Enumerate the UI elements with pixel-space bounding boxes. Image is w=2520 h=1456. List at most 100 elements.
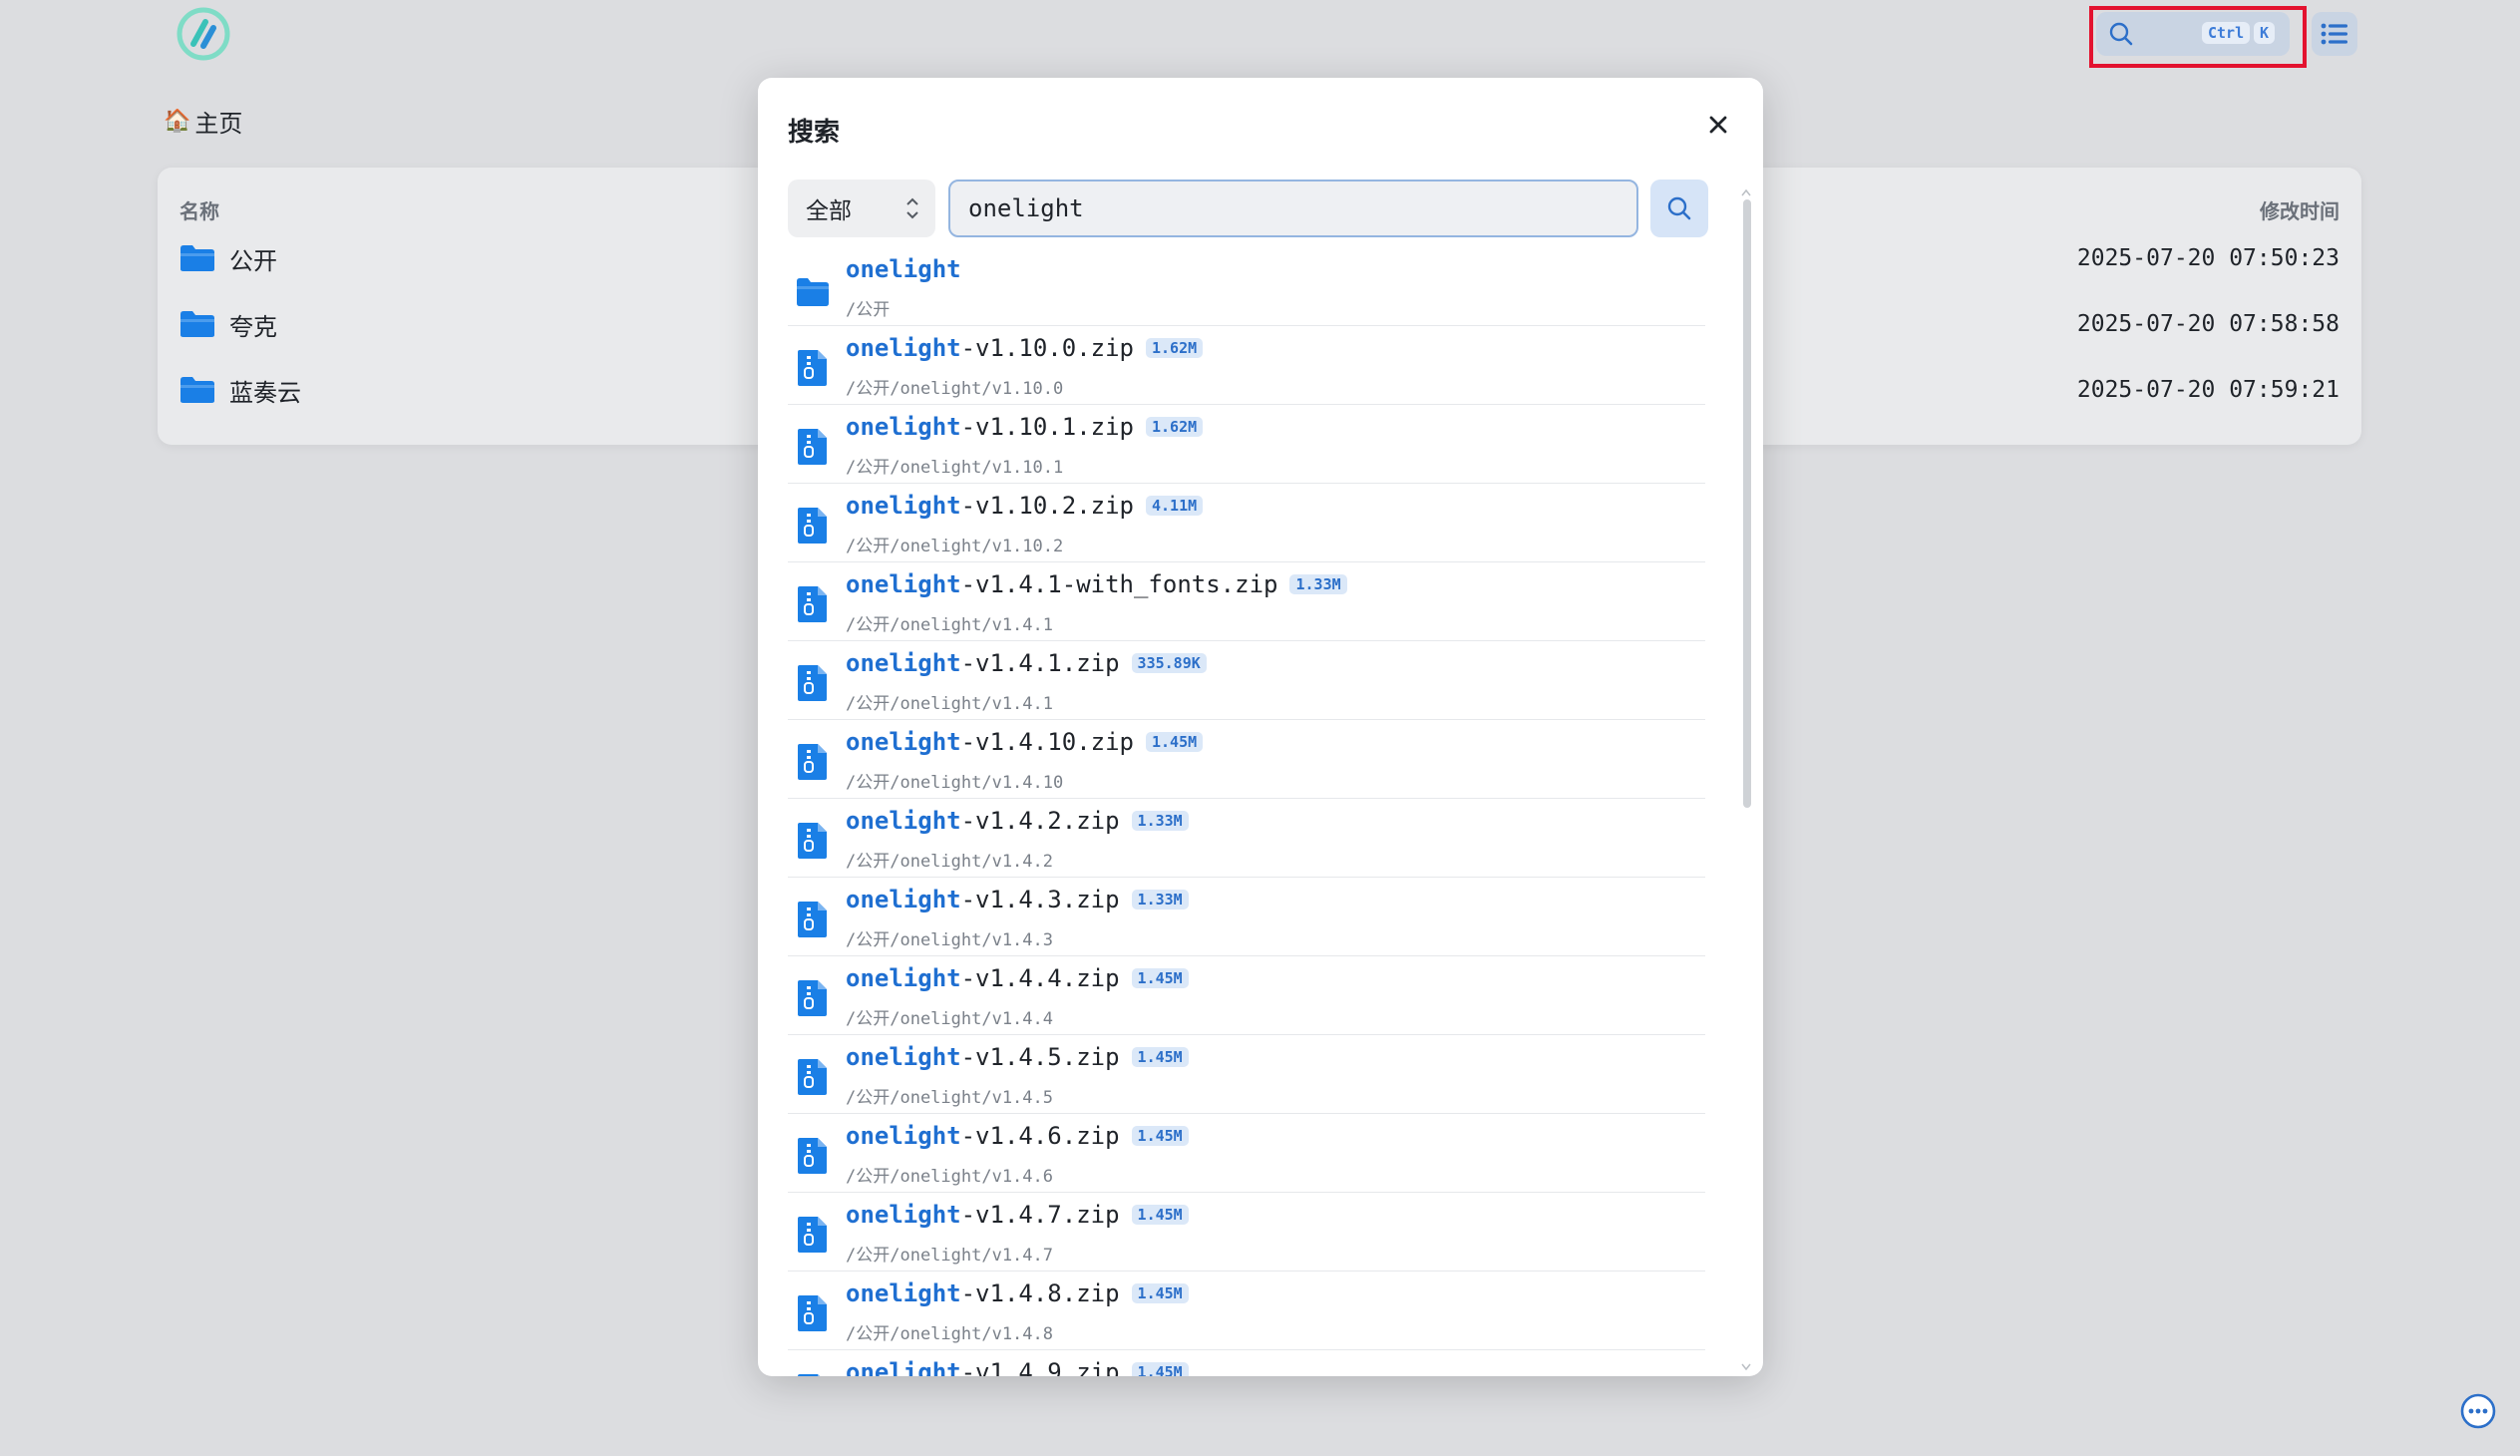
search-input[interactable]	[948, 180, 1638, 237]
result-path: /公开/onelight/v1.4.4	[846, 1004, 1053, 1029]
close-icon	[1707, 114, 1729, 136]
result-path: /公开/onelight/v1.4.7	[846, 1241, 1053, 1266]
result-path: /公开/onelight/v1.4.2	[846, 847, 1053, 872]
result-name-match: onelight	[846, 255, 961, 283]
breadcrumb[interactable]: 🏠 主页	[164, 104, 242, 139]
home-icon: 🏠	[164, 109, 190, 134]
file-size-badge: 1.62M	[1146, 417, 1203, 437]
result-name-rest: -v1.10.1.zip	[961, 413, 1134, 441]
result-name-match: onelight	[846, 1201, 961, 1229]
breadcrumb-home[interactable]: 主页	[194, 104, 242, 139]
file-name[interactable]: 公开	[229, 241, 277, 276]
result-name-match: onelight	[846, 886, 961, 913]
list-view-button[interactable]	[2312, 12, 2357, 56]
search-result-item[interactable]: onelight-v1.10.2.zip 4.11M/公开/onelight/v1…	[788, 484, 1705, 562]
folder-icon	[180, 310, 215, 338]
search-result-item[interactable]: onelight-v1.4.2.zip1.33M/公开/onelight/v1.…	[788, 799, 1705, 878]
close-button[interactable]	[1701, 108, 1735, 142]
search-result-item[interactable]: onelight-v1.4.9.zip1.45M	[788, 1350, 1705, 1376]
file-name[interactable]: 蓝奏云	[229, 373, 301, 408]
file-size-badge: 1.45M	[1132, 1205, 1189, 1225]
result-path: /公开/onelight/v1.4.8	[846, 1319, 1053, 1344]
scope-value: 全部	[806, 191, 852, 225]
search-result-item[interactable]: onelight-v1.4.6.zip1.45M/公开/onelight/v1.…	[788, 1114, 1705, 1193]
result-path: /公开/onelight/v1.4.1	[846, 610, 1053, 635]
file-size-badge: 1.62M	[1146, 338, 1203, 358]
search-scope-select[interactable]: 全部	[788, 180, 935, 237]
zip-file-icon	[796, 1372, 830, 1376]
result-path: /公开/onelight/v1.10.2	[846, 532, 1063, 556]
zip-file-icon	[796, 663, 830, 703]
result-name-rest: -v1.4.6.zip	[961, 1122, 1120, 1150]
file-size-badge: 335.89K	[1132, 653, 1207, 673]
scrollbar-thumb[interactable]	[1743, 199, 1751, 808]
search-result-item[interactable]: onelight-v1.4.10.zip1.45M/公开/onelight/v1…	[788, 720, 1705, 799]
search-result-item[interactable]: onelight-v1.4.8.zip 1.45M/公开/onelight/v1.…	[788, 1272, 1705, 1350]
result-name-rest: -v1.4.1.zip	[961, 649, 1120, 677]
result-name-match: onelight	[846, 728, 961, 756]
zip-file-icon	[796, 1293, 830, 1333]
result-name-rest: -v1.4.7.zip	[961, 1201, 1120, 1229]
result-name-rest: -v1.4.5.zip	[961, 1043, 1120, 1071]
result-name-rest: -v1.10.0.zip	[961, 334, 1134, 362]
zip-file-icon	[796, 978, 830, 1018]
zip-file-icon	[796, 900, 830, 939]
modified-time: 2025-07-20 07:58:58	[2077, 311, 2340, 337]
search-result-item[interactable]: onelight-v1.4.4.zip1.45M/公开/onelight/v1.…	[788, 956, 1705, 1035]
result-name-match: onelight	[846, 413, 961, 441]
result-name-match: onelight	[846, 1358, 961, 1376]
result-name-rest: -v1.4.3.zip	[961, 886, 1120, 913]
folder-icon	[796, 269, 830, 309]
result-name-match: onelight	[846, 1122, 961, 1150]
brand-logo-icon[interactable]	[176, 6, 231, 62]
zip-file-icon	[796, 1215, 830, 1255]
file-size-badge: 4.11M	[1146, 496, 1203, 516]
search-result-item[interactable]: onelight-v1.10.0.zip 1.62M/公开/onelight/v1…	[788, 326, 1705, 405]
zip-file-icon	[796, 427, 830, 467]
search-result-item[interactable]: onelight-v1.10.1.zip 1.62M/公开/onelight/v1…	[788, 405, 1705, 484]
zip-file-icon	[796, 1057, 830, 1097]
result-name-rest: -v1.10.2.zip	[961, 492, 1134, 520]
result-name-rest: -v1.4.8.zip	[961, 1279, 1120, 1307]
search-dialog: 搜索 全部 onelight/公开onelight-v1.10.0.zip1.6…	[758, 78, 1763, 1376]
folder-icon	[180, 376, 215, 404]
result-path: /公开/onelight/v1.4.1	[846, 689, 1053, 714]
zip-file-icon	[796, 1136, 830, 1176]
file-size-badge: 1.45M	[1132, 968, 1189, 988]
more-options-icon[interactable]	[2459, 1392, 2497, 1430]
result-name-match: onelight	[846, 334, 961, 362]
search-results-list: onelight/公开onelight-v1.10.0.zip1.62M/公开/…	[788, 247, 1705, 1376]
search-result-item[interactable]: onelight/公开	[788, 247, 1705, 326]
search-submit-button[interactable]	[1650, 180, 1708, 237]
list-icon	[2321, 22, 2348, 46]
result-path: /公开/onelight/v1.4.3	[846, 925, 1053, 950]
column-header-time[interactable]: 修改时间	[2260, 195, 2340, 224]
result-path: /公开/onelight/v1.4.10	[846, 768, 1063, 793]
result-name-match: onelight	[846, 570, 961, 598]
zip-file-icon	[796, 348, 830, 388]
file-size-badge: 1.33M	[1289, 574, 1346, 594]
zip-file-icon	[796, 742, 830, 782]
file-name[interactable]: 夸克	[229, 307, 277, 342]
zip-file-icon	[796, 506, 830, 546]
search-icon	[1666, 195, 1692, 221]
zip-file-icon	[796, 584, 830, 624]
search-result-item[interactable]: onelight-v1.4.1.zip335.89K/公开/onelight/v…	[788, 641, 1705, 720]
result-name-match: onelight	[846, 1279, 961, 1307]
search-result-item[interactable]: onelight-v1.4.3.zip1.33M/公开/onelight/v1.…	[788, 878, 1705, 956]
result-name-rest: -v1.4.4.zip	[961, 964, 1120, 992]
result-name-match: onelight	[846, 492, 961, 520]
result-path: /公开/onelight/v1.4.6	[846, 1162, 1053, 1187]
search-result-item[interactable]: onelight-v1.4.1-with_fonts.zip 1.33M/公开/o…	[788, 562, 1705, 641]
file-size-badge: 1.45M	[1132, 1047, 1189, 1067]
dialog-title: 搜索	[788, 112, 840, 149]
modified-time: 2025-07-20 07:50:23	[2077, 245, 2340, 271]
search-result-item[interactable]: onelight-v1.4.5.zip1.45M/公开/onelight/v1.…	[788, 1035, 1705, 1114]
result-name-rest: -v1.4.1-with_fonts.zip	[961, 570, 1278, 598]
result-path: /公开/onelight/v1.10.1	[846, 453, 1063, 478]
file-size-badge: 1.45M	[1132, 1283, 1189, 1303]
search-result-item[interactable]: onelight-v1.4.7.zip 1.45M/公开/onelight/v1.…	[788, 1193, 1705, 1272]
column-header-name[interactable]: 名称	[180, 195, 219, 224]
zip-file-icon	[796, 821, 830, 861]
result-path: /公开/onelight/v1.10.0	[846, 374, 1063, 399]
